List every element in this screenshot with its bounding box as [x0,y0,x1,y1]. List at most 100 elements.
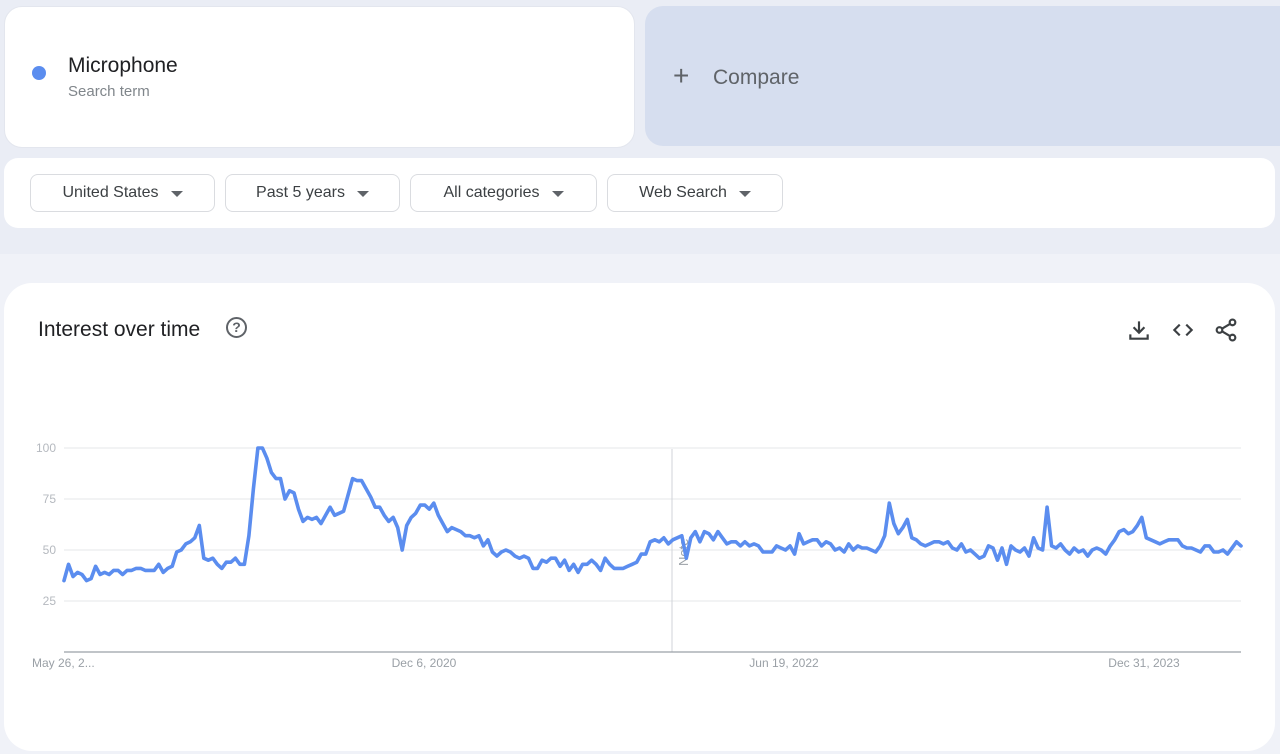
data-point[interactable] [103,570,107,574]
data-point[interactable] [635,560,639,564]
data-point[interactable] [788,544,792,548]
data-point[interactable] [1041,548,1045,552]
data-point[interactable] [247,534,251,538]
data-point[interactable] [797,532,801,536]
data-point[interactable] [883,534,887,538]
data-point[interactable] [211,556,215,560]
data-point[interactable] [1235,540,1239,544]
data-point[interactable] [143,568,147,572]
data-point[interactable] [901,526,905,530]
data-point[interactable] [1203,544,1207,548]
data-point[interactable] [1117,530,1121,534]
data-point[interactable] [621,566,625,570]
data-point[interactable] [125,568,129,572]
data-point[interactable] [256,446,260,450]
data-point[interactable] [346,493,350,497]
data-point[interactable] [545,560,549,564]
data-point[interactable] [847,542,851,546]
data-point[interactable] [720,536,724,540]
data-point[interactable] [342,509,346,513]
data-point[interactable] [518,556,522,560]
data-point[interactable] [94,564,98,568]
data-point[interactable] [1217,550,1221,554]
data-point[interactable] [1140,515,1144,519]
data-point[interactable] [554,556,558,560]
data-point[interactable] [1180,544,1184,548]
data-point[interactable] [269,471,273,475]
data-point[interactable] [707,532,711,536]
data-point[interactable] [414,511,418,515]
data-point[interactable] [279,477,283,481]
data-point[interactable] [666,542,670,546]
data-point[interactable] [1000,546,1004,550]
data-point[interactable] [1207,544,1211,548]
data-point[interactable] [1068,552,1072,556]
data-point[interactable] [229,560,233,564]
data-point[interactable] [134,566,138,570]
data-point[interactable] [838,546,842,550]
data-point[interactable] [793,552,797,556]
data-point[interactable] [297,507,301,511]
data-point[interactable] [1239,544,1243,548]
data-point[interactable] [820,544,824,548]
data-point[interactable] [382,513,386,517]
data-point[interactable] [351,477,355,481]
data-point[interactable] [369,495,373,499]
data-point[interactable] [522,554,526,558]
data-point[interactable] [1149,538,1153,542]
data-point[interactable] [1050,544,1054,548]
data-point[interactable] [630,562,634,566]
data-point[interactable] [738,544,742,548]
data-point[interactable] [982,554,986,558]
data-point[interactable] [766,550,770,554]
data-point[interactable] [1081,548,1085,552]
data-point[interactable] [1018,550,1022,554]
data-point[interactable] [968,548,972,552]
data-point[interactable] [107,573,111,577]
data-point[interactable] [977,556,981,560]
data-point[interactable] [319,522,323,526]
data-point[interactable] [373,505,377,509]
data-point[interactable] [973,552,977,556]
data-point[interactable] [80,573,84,577]
data-point[interactable] [675,536,679,540]
data-point[interactable] [116,568,120,572]
data-point[interactable] [1167,538,1171,542]
data-point[interactable] [657,540,661,544]
data-point[interactable] [71,575,75,579]
data-point[interactable] [599,568,603,572]
data-point[interactable] [1198,550,1202,554]
data-point[interactable] [1099,548,1103,552]
data-point[interactable] [98,573,102,577]
data-point[interactable] [964,550,968,554]
data-point[interactable] [581,562,585,566]
data-point[interactable] [1226,552,1230,556]
data-point[interactable] [811,538,815,542]
data-point[interactable] [856,544,860,548]
data-point[interactable] [1126,532,1130,536]
data-point[interactable] [468,534,472,538]
data-point[interactable] [355,479,359,483]
data-point[interactable] [197,524,201,528]
data-point[interactable] [923,544,927,548]
data-point[interactable] [175,550,179,554]
data-point[interactable] [220,566,224,570]
data-point[interactable] [1108,544,1112,548]
data-point[interactable] [161,570,165,574]
data-point[interactable] [1036,546,1040,550]
data-point[interactable] [387,519,391,523]
data-point[interactable] [364,487,368,491]
data-point[interactable] [558,564,562,568]
data-point[interactable] [919,542,923,546]
data-point[interactable] [166,566,170,570]
data-point[interactable] [527,556,531,560]
data-point[interactable] [775,544,779,548]
data-point[interactable] [711,538,715,542]
data-point[interactable] [224,560,228,564]
data-point[interactable] [878,544,882,548]
data-point[interactable] [152,568,156,572]
data-point[interactable] [932,540,936,544]
data-point[interactable] [1144,536,1148,540]
data-point[interactable] [761,550,765,554]
data-point[interactable] [851,548,855,552]
